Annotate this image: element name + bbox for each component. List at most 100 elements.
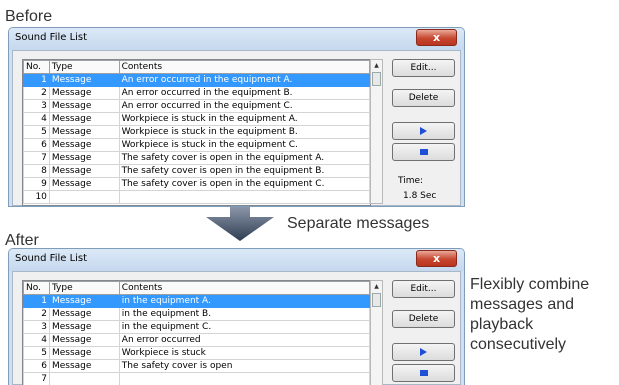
row-number: 5 [23,346,50,360]
row-contents: An error occurred in the equipment A. [118,73,370,87]
delete-button[interactable]: Delete [392,310,455,328]
row-number: 4 [23,333,50,347]
vertical-scrollbar[interactable]: ▲ [370,59,383,204]
row-type: Message [48,99,120,113]
table-row[interactable]: 2 Message An error occurred in the equipme… [23,86,370,100]
table-row[interactable]: 2 Message in the equipment B. [23,307,370,321]
close-icon: x [432,252,441,265]
table-row[interactable]: 4 Message Workpiece is stuck in the equipm… [23,112,370,126]
column-header-type[interactable]: Type [48,60,120,74]
row-type [48,190,120,204]
table-row[interactable]: 10 [23,190,370,204]
stop-icon [419,370,428,376]
row-number: 5 [23,125,50,139]
table-row[interactable]: 9 Message The safety cover is open in the … [23,177,370,191]
row-number: 2 [23,86,50,100]
time-label: Time: [398,176,424,186]
row-contents: The safety cover is open in the equipmen… [118,177,370,191]
row-type: Message [48,125,120,139]
column-header-no[interactable]: No. [23,60,50,74]
close-icon: x [432,31,441,44]
row-contents: Workpiece is stuck [118,346,370,360]
separate-messages-caption: Separate messages [287,215,430,232]
stop-button[interactable] [392,364,455,382]
row-number: 6 [23,138,50,152]
vertical-scrollbar[interactable]: ▲ [370,280,383,385]
row-type: Message [48,333,120,347]
table-row[interactable]: 1 Message An error occurred in the equipme… [23,73,370,87]
play-button[interactable] [392,343,455,361]
row-number: 1 [23,294,50,308]
row-contents: An error occurred [118,333,370,347]
table-row[interactable]: 3 Message in the equipment C. [23,320,370,334]
column-header-contents[interactable]: Contents [118,281,370,295]
play-icon [420,127,427,135]
table-row[interactable]: 7 [23,372,370,385]
row-contents: Workpiece is stuck in the equipment B. [118,125,370,139]
row-number: 7 [23,372,50,385]
time-value: 1.8 Sec [403,191,437,201]
row-contents: Workpiece is stuck in the equipment A. [118,112,370,126]
close-button[interactable]: x [416,29,457,46]
row-number: 3 [23,320,50,334]
title-bar: Sound File List x [9,249,464,271]
stop-button[interactable] [392,143,455,161]
row-number: 4 [23,112,50,126]
column-header-no[interactable]: No. [23,281,50,295]
play-button[interactable] [392,122,455,140]
row-type: Message [48,346,120,360]
row-type [48,372,120,385]
row-number: 7 [23,151,50,165]
row-contents: The safety cover is open in the equipmen… [118,151,370,165]
table-row[interactable]: 7 Message The safety cover is open in the … [23,151,370,165]
scroll-thumb[interactable] [372,293,381,307]
row-number: 3 [23,99,50,113]
combine-messages-note: Flexibly combine messages and playback c… [470,276,590,353]
table-row[interactable]: 3 Message An error occurred in the equipme… [23,99,370,113]
row-type: Message [48,86,120,100]
table-row[interactable]: 4 Message An error occurred [23,333,370,347]
window-title: Sound File List [15,32,88,43]
row-type: Message [48,359,120,373]
scroll-up-icon[interactable]: ▲ [371,281,382,293]
scroll-up-icon[interactable]: ▲ [371,60,382,72]
row-contents [118,190,370,204]
column-header-contents[interactable]: Contents [118,60,370,74]
row-contents [118,372,370,385]
row-number: 10 [23,190,50,204]
stop-icon [419,149,428,155]
row-contents: The safety cover is open in the equipmen… [118,164,370,178]
row-number: 2 [23,307,50,321]
column-header-type[interactable]: Type [48,281,120,295]
row-number: 8 [23,164,50,178]
row-contents: Workpiece is stuck in the equipment C. [118,138,370,152]
table-row[interactable]: 6 Message Workpiece is stuck in the equipm… [23,138,370,152]
scroll-thumb[interactable] [372,72,381,86]
row-contents: in the equipment A. [118,294,370,308]
row-contents: The safety cover is open [118,359,370,373]
window-title: Sound File List [15,253,88,264]
row-type: Message [48,294,120,308]
table-row[interactable]: 6 Message The safety cover is open [23,359,370,373]
row-contents: An error occurred in the equipment B. [118,86,370,100]
table-row[interactable]: 1 Message in the equipment A. [23,294,370,308]
table-row[interactable]: 5 Message Workpiece is stuck in the equipm… [23,125,370,139]
row-type: Message [48,112,120,126]
close-button[interactable]: x [416,250,457,267]
table-row[interactable]: 5 Message Workpiece is stuck [23,346,370,360]
row-type: Message [48,164,120,178]
before-caption: Before [5,8,53,25]
row-contents: An error occurred in the equipment C. [118,99,370,113]
edit-button[interactable]: Edit... [392,59,455,77]
row-contents: in the equipment B. [118,307,370,321]
table-header-row: No. Type Contents [23,60,370,74]
table-row[interactable]: 8 Message The safety cover is open in the … [23,164,370,178]
play-icon [420,348,427,356]
window-client: No. Type Contents 1 Message in the equipme… [12,271,461,385]
row-number: 6 [23,359,50,373]
row-contents: in the equipment C. [118,320,370,334]
title-bar: Sound File List x [9,28,464,50]
edit-button[interactable]: Edit... [392,280,455,298]
delete-button[interactable]: Delete [392,89,455,107]
sound-file-list-window-after: Sound File List x No. Type Contents 1 Mes… [8,248,465,385]
